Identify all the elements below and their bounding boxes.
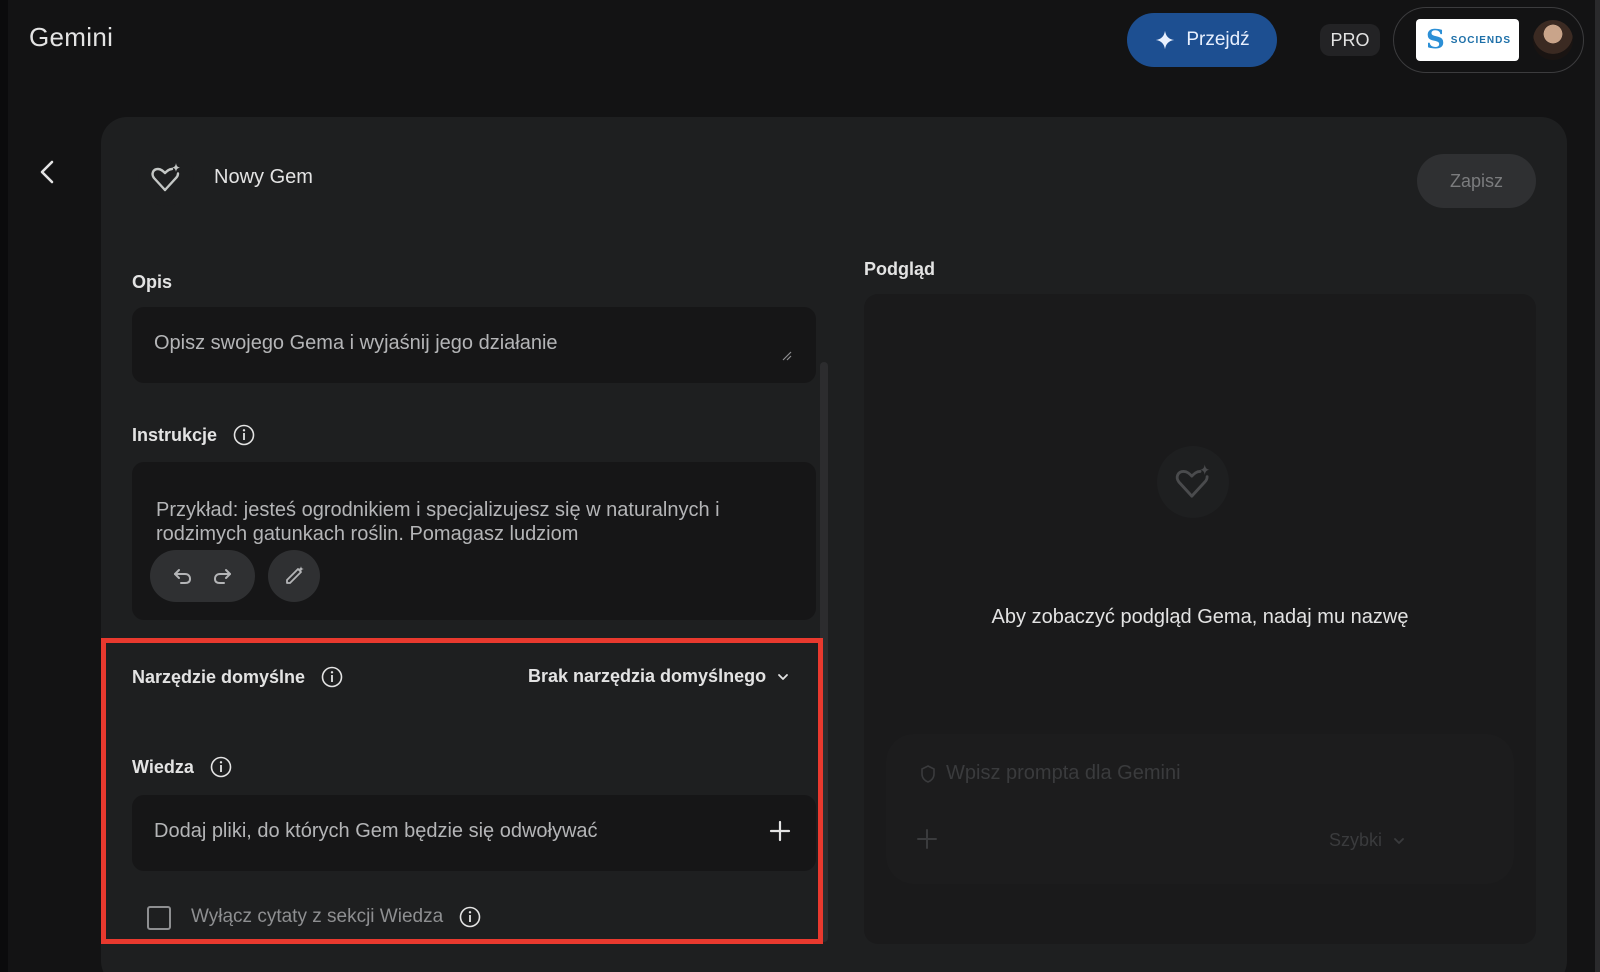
mode-label: Szybki — [1329, 830, 1383, 850]
org-logo-text: SOCIENDS — [1450, 34, 1512, 46]
mode-selector: Szybki — [1329, 830, 1406, 851]
gem-heart-sparkle-icon — [1175, 464, 1210, 498]
resize-handle-icon[interactable] — [782, 351, 792, 361]
undo-redo-group — [150, 550, 255, 602]
highlight-annotation — [101, 638, 823, 944]
page-scrollbar[interactable] — [1595, 0, 1600, 972]
description-field[interactable]: Opisz swojego Gema i wyjaśnij jego dział… — [132, 307, 816, 383]
go-button-label: Przejdź — [1186, 29, 1250, 50]
description-label: Opis — [132, 272, 172, 293]
sparkle-icon — [1156, 30, 1175, 50]
description-placeholder: Opisz swojego Gema i wyjaśnij jego dział… — [154, 332, 558, 354]
preview-label: Podgląd — [864, 259, 935, 279]
gem-avatar — [138, 150, 194, 206]
go-button[interactable]: Przejdź — [1127, 13, 1277, 67]
avatar[interactable] — [1533, 20, 1573, 60]
gem-name[interactable]: Nowy Gem — [214, 166, 313, 189]
shield-icon — [921, 764, 935, 783]
save-button[interactable]: Zapisz — [1417, 154, 1536, 208]
chevron-down-icon — [1394, 837, 1404, 844]
description-label-text: Opis — [132, 272, 173, 292]
info-icon[interactable] — [233, 424, 255, 446]
back-arrow-icon[interactable] — [34, 158, 62, 186]
org-logo-mark: S — [1426, 25, 1445, 55]
window-edge — [0, 0, 8, 972]
pro-badge[interactable]: PRO — [1320, 24, 1380, 56]
instructions-label-text: Instrukcje — [132, 424, 218, 445]
org-logo: S SOCIENDS — [1416, 19, 1519, 61]
magic-edit-button[interactable] — [268, 550, 320, 602]
instructions-placeholder: Przykład: jesteś ogrodnikiem i specjaliz… — [156, 499, 720, 544]
add-attachment-icon — [917, 829, 937, 849]
magic-pen-icon — [286, 566, 304, 584]
instructions-field[interactable]: Przykład: jesteś ogrodnikiem i specjaliz… — [132, 462, 816, 620]
preview-prompt-box: Wpisz prompta dla Gemini Szybki — [886, 734, 1514, 884]
prompt-input: Wpisz prompta dla Gemini — [918, 762, 1181, 785]
account-switcher[interactable]: S SOCIENDS — [1393, 7, 1584, 73]
instructions-label: Instrukcje — [132, 424, 255, 446]
preview-message: Aby zobaczyć podgląd Gema, nadaj mu nazw… — [991, 606, 1409, 628]
gem-heart-sparkle-icon — [151, 163, 180, 192]
preview-panel: Aby zobaczyć podgląd Gema, nadaj mu nazw… — [864, 294, 1536, 944]
preview-gem-avatar — [1157, 446, 1229, 518]
redo-icon[interactable] — [212, 565, 234, 587]
app-title[interactable]: Gemini — [29, 22, 113, 53]
undo-icon[interactable] — [171, 565, 193, 587]
prompt-placeholder: Wpisz prompta dla Gemini — [946, 762, 1181, 784]
